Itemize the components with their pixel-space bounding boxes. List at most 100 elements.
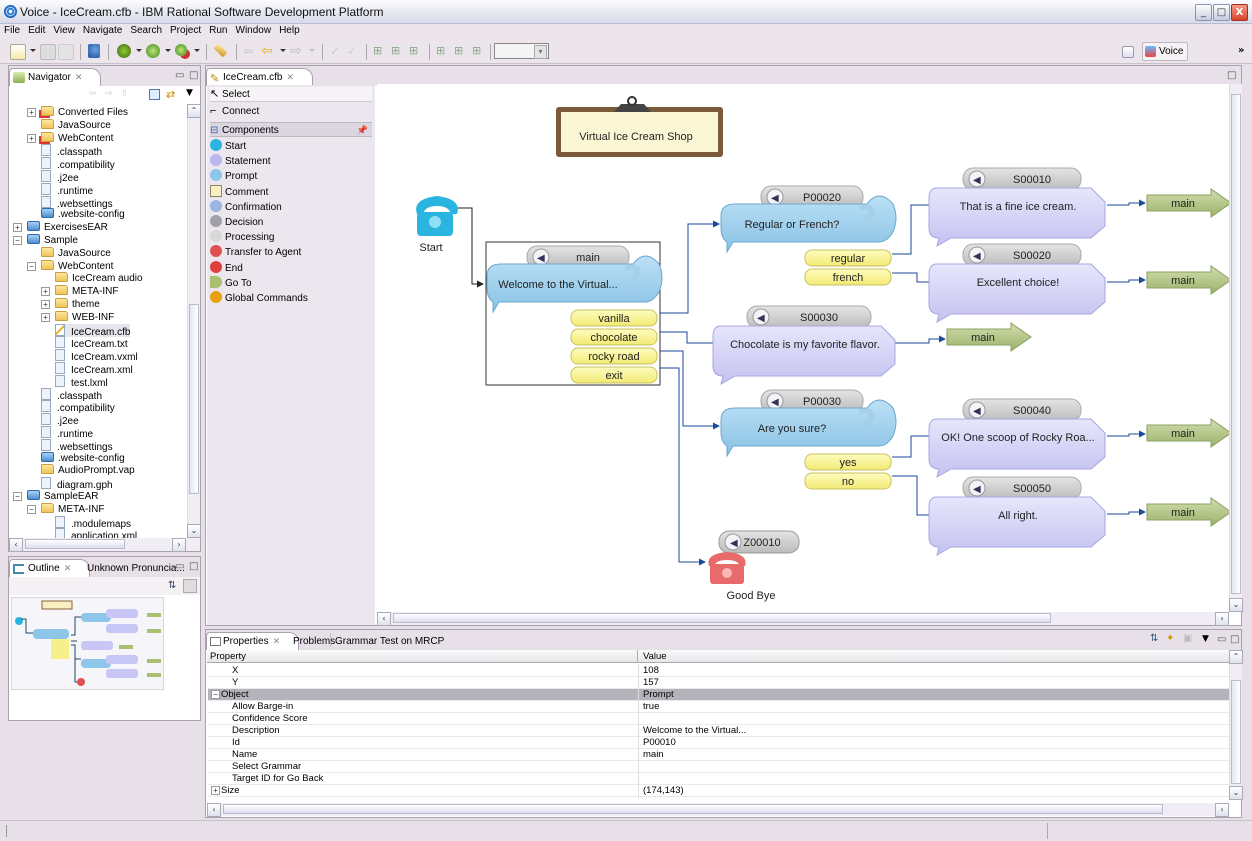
scroll-right-icon[interactable]: › <box>1215 612 1229 626</box>
tree-item[interactable]: diagram.gph <box>41 477 113 491</box>
end-node[interactable]: ◀ Z00010 Good Bye <box>708 530 800 602</box>
tree-item[interactable]: .j2ee <box>41 413 79 427</box>
palette-item-start[interactable]: Start <box>210 139 372 154</box>
tree-item[interactable]: IceCream.txt <box>55 336 128 350</box>
menu-search[interactable]: Search <box>126 24 166 36</box>
palette-item-end[interactable]: End <box>210 260 372 276</box>
goto-node[interactable]: main <box>1146 265 1232 295</box>
tree-item[interactable]: application.xml <box>55 528 137 538</box>
statement-node-s00010[interactable]: ◀ S00010 That is a fine ice cream. <box>928 167 1106 248</box>
layout-fit-icon[interactable]: ⊞ <box>454 44 470 60</box>
tab-icecream-cfb[interactable]: ✎ IceCream.cfb ✕ <box>206 68 314 86</box>
choice-label[interactable]: french <box>833 272 864 284</box>
property-row[interactable]: + Size (174,143) <box>208 785 1229 797</box>
choice-label[interactable]: vanilla <box>598 313 630 325</box>
open-perspective-icon[interactable] <box>1122 46 1134 58</box>
pin-icon[interactable]: 📌 <box>357 123 368 138</box>
scroll-right-icon[interactable]: › <box>172 538 186 552</box>
tree-item[interactable]: IceCream.xml <box>55 362 133 376</box>
maximize-view-icon[interactable]: □ <box>189 70 198 81</box>
print-icon[interactable] <box>58 44 74 60</box>
search-icon[interactable] <box>88 44 100 58</box>
property-value[interactable]: P00010 <box>643 737 676 749</box>
close-tab-icon[interactable]: ✕ <box>286 72 294 82</box>
minimize-view-icon[interactable]: ▭ <box>175 561 184 572</box>
property-value[interactable]: (174,143) <box>643 785 684 797</box>
properties-vscroll[interactable]: ⌃ ⌄ <box>1229 650 1243 800</box>
link-editor-icon[interactable]: ⇄ <box>166 88 175 101</box>
statement-node-s00020[interactable]: ◀ S00020 Excellent choice! <box>928 243 1106 324</box>
palette-item-confirmation[interactable]: Confirmation <box>210 199 372 215</box>
tree-item[interactable]: .modulemaps <box>55 515 131 530</box>
maximize-editor-icon[interactable]: □ <box>1227 70 1236 81</box>
column-value[interactable]: Value <box>637 650 667 663</box>
palette-item-prompt[interactable]: Prompt <box>210 169 372 184</box>
scroll-up-icon[interactable]: ⌃ <box>1229 650 1243 664</box>
tree-item[interactable]: .j2ee <box>41 170 79 184</box>
property-row[interactable]: Allow Barge-in true <box>208 701 1229 713</box>
palette-item-processing[interactable]: Processing <box>210 230 372 245</box>
goto-node[interactable]: main <box>1146 497 1232 527</box>
palette-item-transfer-to-agent[interactable]: Transfer to Agent <box>210 245 372 260</box>
expand-icon[interactable]: + <box>13 223 22 233</box>
scroll-down-icon[interactable]: ⌄ <box>1229 786 1243 800</box>
choice-label[interactable]: chocolate <box>590 332 637 344</box>
scroll-left-icon[interactable]: ‹ <box>207 803 221 817</box>
menu-help[interactable]: Help <box>275 24 304 36</box>
collapse-icon[interactable]: − <box>27 504 36 514</box>
menu-run[interactable]: Run <box>205 24 231 36</box>
tree-item[interactable]: IceCream.cfb <box>55 323 131 338</box>
canvas-vscroll-thumb[interactable] <box>1231 94 1241 594</box>
outline-overview-icon[interactable] <box>183 579 197 593</box>
outline-thumbnail[interactable] <box>11 597 164 690</box>
tab-unknown-pronunciation[interactable]: Unknown Pronuncia... <box>83 560 189 574</box>
navigator-hscroll[interactable]: ‹ › <box>9 538 200 552</box>
maximize-view-icon[interactable]: □ <box>1230 634 1239 645</box>
goto-node[interactable]: main <box>1146 418 1232 448</box>
choice-label[interactable]: rocky road <box>588 351 639 363</box>
navigator-hscroll-thumb[interactable] <box>25 539 125 549</box>
diagram-canvas[interactable]: Virtual Ice Cream Shop Start ◀ main? Welco… <box>377 84 1232 612</box>
close-tab-icon[interactable]: ✕ <box>75 72 83 82</box>
palette-item-comment[interactable]: Comment <box>210 184 372 200</box>
tree-item[interactable]: AudioPrompt.vap <box>41 464 135 477</box>
tree-item[interactable]: .classpath <box>41 387 102 402</box>
scroll-down-icon[interactable]: ⌄ <box>1229 598 1243 612</box>
goto-node[interactable]: main <box>946 322 1032 352</box>
property-row[interactable]: Y 157 <box>208 677 1229 689</box>
tree-item[interactable]: IceCream audio <box>55 272 143 285</box>
property-row[interactable]: − Object Prompt <box>208 689 1229 701</box>
menu-navigate[interactable]: Navigate <box>79 24 126 36</box>
menu-view[interactable]: View <box>49 24 79 36</box>
scroll-right-icon[interactable]: › <box>1215 803 1229 817</box>
property-row[interactable]: Confidence Score <box>208 713 1229 725</box>
collapse-all-icon[interactable] <box>149 89 160 100</box>
prompt-node-p00020[interactable]: ◀ P00020? Regular or French? regular french <box>720 185 897 286</box>
properties-hscroll[interactable]: ‹ › <box>207 803 1229 817</box>
prev-icon[interactable]: ⇦ <box>261 44 277 60</box>
layout-tree-icon[interactable]: ⊞ <box>373 44 389 60</box>
prompt-node-main[interactable]: ◀ main? Welcome to the Virtual... vanilla ch… <box>486 245 663 384</box>
scroll-down-icon[interactable]: ⌄ <box>187 524 201 538</box>
perspective-voice-button[interactable]: Voice <box>1142 42 1188 61</box>
layout-vertical-icon[interactable]: ⊞ <box>391 44 407 60</box>
maximize-view-icon[interactable]: □ <box>189 561 198 572</box>
scroll-left-icon[interactable]: ‹ <box>377 612 391 626</box>
column-property[interactable]: Property <box>210 650 246 663</box>
tab-outline[interactable]: Outline ✕ <box>9 559 91 577</box>
palette-item-global-commands[interactable]: Global Commands <box>210 291 372 306</box>
tree-item[interactable]: .websettings <box>41 195 113 210</box>
layout-auto-icon[interactable]: ⊞ <box>472 44 488 60</box>
property-row[interactable]: Name main <box>208 749 1229 761</box>
minimize-button[interactable]: _ <box>1195 4 1212 21</box>
layout-grid-icon[interactable]: ⊞ <box>436 44 452 60</box>
property-row[interactable]: Target ID for Go Back <box>208 773 1229 785</box>
tree-item[interactable]: + META-INF <box>41 285 118 298</box>
property-value[interactable]: 157 <box>643 677 659 689</box>
tree-item[interactable]: JavaSource <box>41 118 111 132</box>
property-value[interactable]: Welcome to the Virtual... <box>643 725 746 737</box>
debug-icon[interactable] <box>117 44 131 58</box>
new-dropdown-icon[interactable] <box>30 49 36 52</box>
close-tab-icon[interactable]: ✕ <box>273 636 281 646</box>
tree-item[interactable]: − SampleEAR <box>13 490 98 503</box>
